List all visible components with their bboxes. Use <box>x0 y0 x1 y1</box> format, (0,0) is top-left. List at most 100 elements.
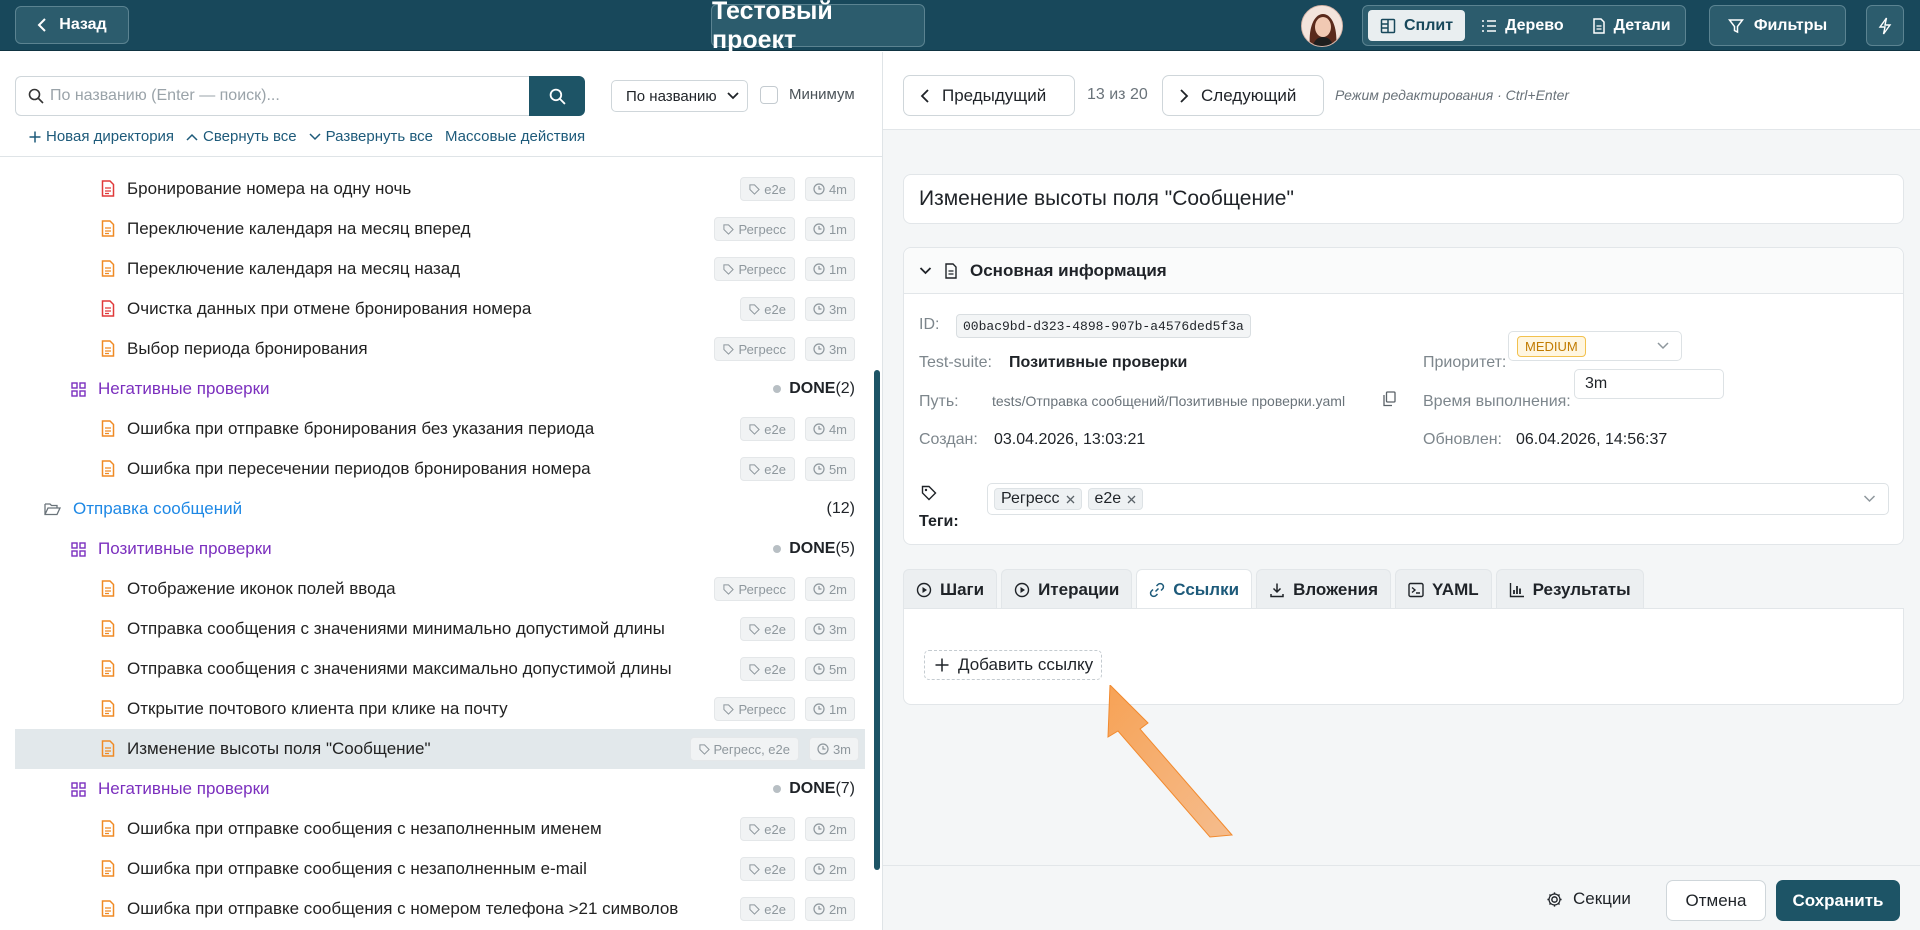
view-tree-button[interactable]: Дерево <box>1469 10 1576 41</box>
sections-button[interactable]: Секции <box>1546 889 1631 909</box>
tags-select[interactable]: Регресс e2e <box>987 483 1889 515</box>
tag-icon <box>749 183 761 195</box>
tab-attachments[interactable]: Вложения <box>1256 569 1392 609</box>
tab-links[interactable]: Ссылки <box>1136 569 1253 609</box>
test-case-row[interactable]: Открытие почтового клиента при клике на … <box>0 689 870 729</box>
test-case-file-icon <box>101 860 115 877</box>
test-case-row[interactable]: Ошибка при отправке сообщения с номером … <box>0 889 870 929</box>
test-case-row[interactable]: Отображение иконок полей ввода 2m Регресс <box>0 569 870 609</box>
suite-row[interactable]: Позитивные проверки DONE (5) <box>0 529 870 569</box>
test-case-row[interactable]: Переключение календаря на месяц вперед 1m… <box>0 209 870 249</box>
close-icon[interactable] <box>1066 495 1075 504</box>
add-link-label: Добавить ссылку <box>958 655 1094 674</box>
status-text: DONE <box>789 780 836 797</box>
test-case-row[interactable]: Изменение высоты поля "Сообщение" 3m Регре… <box>15 729 865 769</box>
save-button[interactable]: Сохранить <box>1776 880 1900 921</box>
case-title-field[interactable]: Изменение высоты поля "Сообщение" <box>903 174 1904 224</box>
case-label: Ошибка при отправке бронирования без ука… <box>127 419 595 438</box>
chevron-down-icon <box>1863 495 1876 503</box>
sections-label: Секции <box>1573 889 1631 908</box>
minimum-checkbox[interactable] <box>760 86 778 104</box>
test-case-row[interactable]: Ошибка при пересечении периодов брониров… <box>0 449 870 489</box>
duration-chip: 2m <box>804 857 855 881</box>
test-case-row[interactable]: Отправка сообщения с значениями максимал… <box>0 649 870 689</box>
view-split-button[interactable]: Сплит <box>1368 10 1466 41</box>
tab-iterations[interactable]: Итерации <box>1001 569 1133 609</box>
suite-label: Test-suite: <box>919 354 992 371</box>
case-label: Бронирование номера на одну ночь <box>127 179 412 198</box>
filter-icon <box>1727 18 1744 33</box>
clock-icon <box>813 703 825 715</box>
status-count: (7) <box>835 780 855 797</box>
test-case-file-icon <box>101 700 115 717</box>
new-directory-label: Новая директория <box>46 128 175 145</box>
new-directory-action[interactable]: Новая директория <box>29 128 174 145</box>
suite-row[interactable]: Негативные проверки DONE (2) <box>0 369 870 409</box>
test-case-row[interactable]: Ошибка при отправке сообщения с незаполн… <box>0 849 870 889</box>
folder-row[interactable]: Отправка сообщений (12) <box>0 489 870 529</box>
suite-status: DONE (2) <box>773 380 855 398</box>
tag-icon <box>749 423 761 435</box>
search-icon <box>28 88 44 104</box>
quick-actions-button[interactable] <box>1866 5 1904 46</box>
test-case-file-icon <box>101 220 115 237</box>
copy-icon[interactable] <box>1383 391 1396 407</box>
avatar-image-icon <box>1302 6 1342 46</box>
chevron-down-icon <box>309 132 321 140</box>
collapse-all-action[interactable]: Свернуть все <box>186 128 297 145</box>
test-case-file-icon <box>101 820 115 837</box>
tag-chip: Регресс <box>714 577 795 601</box>
back-button[interactable]: Назад <box>15 6 129 44</box>
duration-chip: 3m <box>804 337 855 361</box>
expand-all-action[interactable]: Развернуть все <box>309 128 433 145</box>
avatar[interactable] <box>1301 5 1343 47</box>
tag-chip-label: Регресс <box>738 221 786 237</box>
bulk-actions-action[interactable]: Массовые действия <box>445 128 585 145</box>
tag-chip: e2e <box>740 457 795 481</box>
priority-label: Приоритет: <box>1423 354 1507 371</box>
next-button[interactable]: Следующий <box>1162 75 1324 116</box>
sort-select[interactable]: По названию <box>611 80 748 112</box>
priority-select[interactable]: MEDIUM <box>1508 331 1682 361</box>
tab-yaml[interactable]: YAML <box>1395 569 1492 609</box>
test-case-row[interactable]: Переключение календаря на месяц назад 1m Р… <box>0 249 870 289</box>
close-icon[interactable] <box>1127 495 1136 504</box>
test-case-file-icon <box>101 420 115 437</box>
top-bar: Назад Тестовый проект Сплит Дерево Детал… <box>0 0 1920 54</box>
tab-steps[interactable]: Шаги <box>903 569 998 609</box>
search-button[interactable] <box>529 76 585 116</box>
tab-results[interactable]: Результаты <box>1495 569 1644 609</box>
test-case-row[interactable]: Бронирование номера на одну ночь 4m e2e <box>0 169 870 209</box>
clock-icon <box>813 343 825 355</box>
info-card: Основная информация ID: 00bac9bd-d323-48… <box>903 247 1904 545</box>
suite-row[interactable]: Негативные проверки DONE (7) <box>0 769 870 809</box>
duration-chip-label: 1m <box>828 221 847 237</box>
search-input[interactable] <box>50 87 510 105</box>
test-case-row[interactable]: Ошибка при отправке бронирования без ука… <box>0 409 870 449</box>
test-case-row[interactable]: Ошибка при отправке сообщения с незаполн… <box>0 809 870 849</box>
group-label: Негативные проверки <box>98 379 270 398</box>
tree-scrollbar[interactable] <box>874 370 880 870</box>
tab-iterations-label: Итерации <box>1038 579 1120 599</box>
view-details-button[interactable]: Детали <box>1580 10 1683 41</box>
add-link-button[interactable]: Добавить ссылку <box>924 650 1103 680</box>
info-card-header[interactable]: Основная информация <box>904 248 1903 294</box>
info-card-title: Основная информация <box>970 260 1167 280</box>
tag-icon <box>698 743 710 755</box>
previous-button[interactable]: Предыдущий <box>903 75 1075 116</box>
bulk-actions-label: Массовые действия <box>444 128 586 145</box>
test-case-row[interactable]: Очистка данных при отмене бронирования н… <box>0 289 870 329</box>
duration-chip-label: 3m <box>832 741 851 757</box>
duration-input[interactable]: 3m <box>1574 369 1724 399</box>
cancel-button[interactable]: Отмена <box>1666 880 1766 921</box>
duration-chip: 3m <box>804 297 855 321</box>
test-case-row[interactable]: Выбор периода бронирования 3m Регресс <box>0 329 870 369</box>
test-case-row[interactable]: Отправка сообщения с значениями минималь… <box>0 609 870 649</box>
filters-button[interactable]: Фильтры <box>1709 5 1846 46</box>
chevron-up-icon <box>186 133 198 141</box>
folder-count: (12) <box>826 500 855 517</box>
clock-icon <box>813 263 825 275</box>
sort-value: По названию <box>626 87 717 105</box>
status-text: DONE <box>789 540 836 557</box>
search-icon <box>549 88 566 105</box>
